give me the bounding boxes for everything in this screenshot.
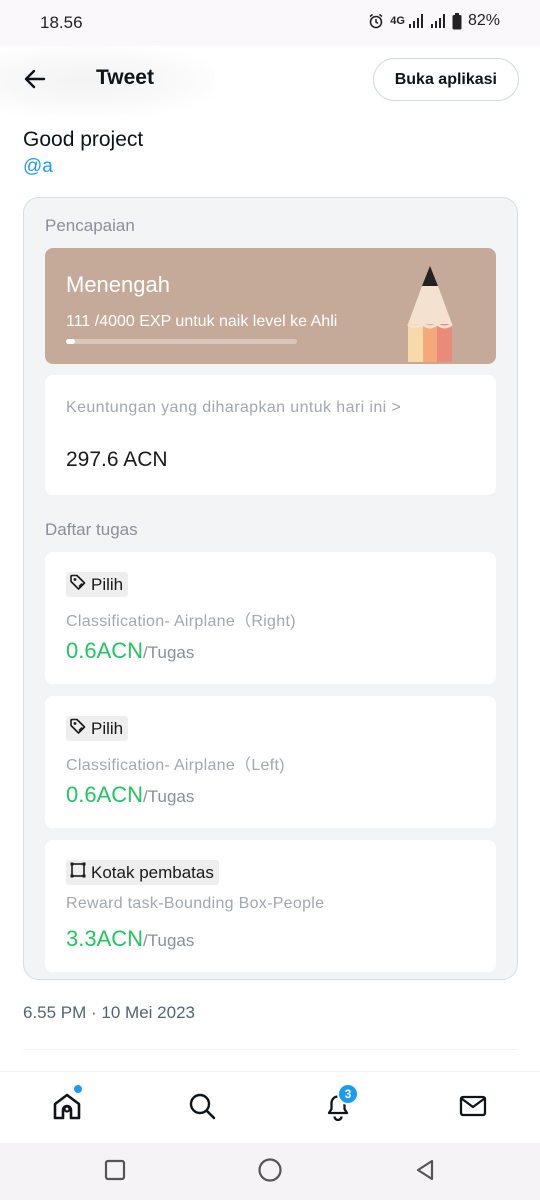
achievement-heading: Pencapaian (45, 216, 135, 235)
home-icon (51, 1090, 83, 1127)
triangle-back-icon (414, 1158, 436, 1187)
divider (23, 1049, 517, 1050)
signal-icon-2 (430, 14, 446, 28)
search-icon (187, 1091, 217, 1126)
back-button[interactable] (20, 66, 50, 96)
task-reward-unit: /Tugas (143, 787, 195, 806)
task-tag: Kotak pembatas (66, 860, 219, 885)
back-system-button[interactable] (410, 1157, 440, 1187)
task-list-heading: Daftar tugas (45, 520, 138, 539)
task-tag-label: Kotak pembatas (91, 862, 214, 882)
page-title: Tweet (96, 66, 154, 89)
task-tag-label: Pilih (91, 574, 124, 594)
mention-link[interactable]: @a (23, 156, 53, 178)
alarm-icon (368, 13, 384, 29)
status-time: 18.56 (40, 13, 83, 32)
home-system-button[interactable] (255, 1157, 285, 1187)
nav-home[interactable] (49, 1090, 85, 1126)
tweet-text: Good project (23, 128, 144, 151)
level-exp-text: 111 /4000 EXP untuk naik level ke Ahli (66, 313, 338, 330)
bounding-box-icon (69, 861, 87, 884)
task-reward: 3.3ACN/Tugas (66, 926, 194, 952)
task-reward-unit: /Tugas (143, 643, 195, 662)
notification-badge: 3 (337, 1083, 359, 1105)
task-reward: 0.6ACN/Tugas (66, 638, 194, 664)
pencil-icon (404, 266, 456, 364)
task-name: Classification- Airplane（Left) (66, 757, 285, 774)
top-bar: Tweet Buka aplikasi (0, 46, 540, 116)
task-tag-label: Pilih (91, 718, 124, 738)
tag-icon (69, 717, 87, 740)
expected-profit-panel[interactable]: Keuntungan yang diharapkan untuk hari in… (45, 375, 496, 495)
level-progress-fill (66, 339, 76, 344)
square-icon (104, 1159, 126, 1186)
home-unread-dot (74, 1085, 82, 1093)
level-panel: Menengah 111 /4000 EXP untuk naik level … (45, 248, 496, 364)
network-type: 4G (390, 15, 405, 27)
task-reward-amount: 0.6ACN (66, 782, 144, 807)
mail-icon (458, 1091, 488, 1126)
task-tag: Pilih (66, 572, 129, 597)
task-reward-amount: 3.3ACN (66, 926, 144, 951)
task-reward-unit: /Tugas (143, 931, 195, 950)
nav-messages[interactable] (455, 1090, 491, 1126)
profit-value: 297.6 ACN (66, 448, 168, 471)
profit-label: Keuntungan yang diharapkan untuk hari in… (66, 399, 402, 416)
battery-icon (452, 12, 462, 30)
task-card[interactable]: Pilih Classification- Airplane（Left) 0.6… (45, 696, 496, 828)
task-name: Classification- Airplane（Right) (66, 613, 296, 630)
signal-icon (408, 14, 424, 28)
open-app-button[interactable]: Buka aplikasi (372, 58, 519, 101)
task-card[interactable]: Pilih Classification- Airplane（Right) 0.… (45, 552, 496, 684)
arrow-left-icon (23, 67, 47, 96)
tag-icon (69, 573, 87, 596)
system-nav-bar (0, 1143, 540, 1200)
circle-icon (257, 1157, 283, 1188)
level-progress-bar (66, 339, 297, 344)
battery-level: 82% (467, 12, 500, 29)
recents-button[interactable] (100, 1157, 130, 1187)
tweet-media-card[interactable]: Pencapaian Menengah 111 /4000 EXP untuk … (23, 197, 518, 980)
task-card[interactable]: Kotak pembatas Reward task-Bounding Box-… (45, 840, 496, 972)
task-reward: 0.6ACN/Tugas (66, 782, 194, 808)
task-name: Reward task-Bounding Box-People (66, 895, 325, 912)
task-tag: Pilih (66, 716, 129, 741)
nav-search[interactable] (184, 1090, 220, 1126)
level-name: Menengah (66, 272, 170, 297)
status-bar: 18.56 4G 82% (0, 0, 540, 46)
task-reward-amount: 0.6ACN (66, 638, 144, 663)
tweet-timestamp[interactable]: 6.55 PM · 10 Mei 2023 (23, 1003, 195, 1023)
bottom-nav: 3 (0, 1071, 540, 1143)
status-icons: 4G 82% (368, 12, 500, 30)
